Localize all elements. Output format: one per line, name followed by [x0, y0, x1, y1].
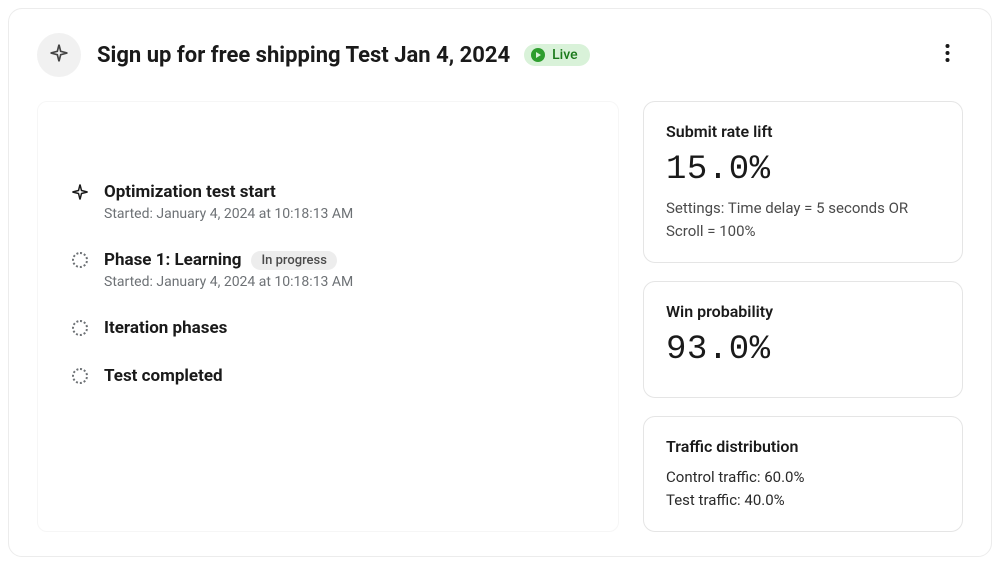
timeline-item-title: Test completed [104, 366, 588, 386]
content-row: Optimization test start Started: January… [9, 101, 991, 552]
timeline-item-subtitle: Started: January 4, 2024 at 10:18:13 AM [104, 206, 588, 222]
timeline-item-title: Iteration phases [104, 318, 588, 338]
test-traffic-line: Test traffic: 40.0% [666, 489, 940, 512]
status-badge-label: Live [552, 47, 577, 63]
more-actions-button[interactable] [931, 39, 963, 71]
timeline-item-title: Optimization test start [104, 182, 588, 202]
status-badge-live: Live [524, 44, 589, 66]
sparkle-icon [70, 182, 90, 202]
page-title: Sign up for free shipping Test Jan 4, 20… [97, 43, 510, 68]
vertical-dots-icon [945, 43, 950, 67]
traffic-distribution-card: Traffic distribution Control traffic: 60… [643, 416, 963, 532]
page-container: Sign up for free shipping Test Jan 4, 20… [8, 8, 992, 557]
sparkle-icon [49, 43, 69, 67]
stat-label: Traffic distribution [666, 437, 940, 456]
control-traffic-line: Control traffic: 60.0% [666, 466, 940, 489]
stat-value: 93.0% [666, 331, 940, 369]
play-circle-icon [530, 47, 546, 63]
submit-rate-card: Submit rate lift 15.0% Settings: Time de… [643, 101, 963, 263]
timeline-item-phase1: Phase 1: Learning In progress Started: J… [68, 250, 588, 318]
page-header: Sign up for free shipping Test Jan 4, 20… [9, 9, 991, 101]
timeline-item-subtitle: Started: January 4, 2024 at 10:18:13 AM [104, 274, 588, 290]
dotted-circle-icon [70, 366, 90, 386]
stat-label: Submit rate lift [666, 122, 940, 141]
stat-label: Win probability [666, 302, 940, 321]
timeline-list: Optimization test start Started: January… [68, 142, 588, 386]
timeline-card: Optimization test start Started: January… [37, 101, 619, 532]
dotted-circle-icon [70, 318, 90, 338]
progress-badge: In progress [251, 251, 336, 270]
timeline-item-title: Phase 1: Learning [104, 250, 241, 270]
header-icon-circle [37, 33, 81, 77]
timeline-item-completed: Test completed [68, 366, 588, 386]
timeline-item-iteration: Iteration phases [68, 318, 588, 366]
dotted-circle-icon [70, 250, 90, 270]
stats-sidebar: Submit rate lift 15.0% Settings: Time de… [643, 101, 963, 532]
stat-settings: Settings: Time delay = 5 seconds OR Scro… [666, 197, 940, 242]
stat-value: 15.0% [666, 151, 940, 189]
timeline-item-start: Optimization test start Started: January… [68, 182, 588, 250]
win-probability-card: Win probability 93.0% [643, 281, 963, 398]
